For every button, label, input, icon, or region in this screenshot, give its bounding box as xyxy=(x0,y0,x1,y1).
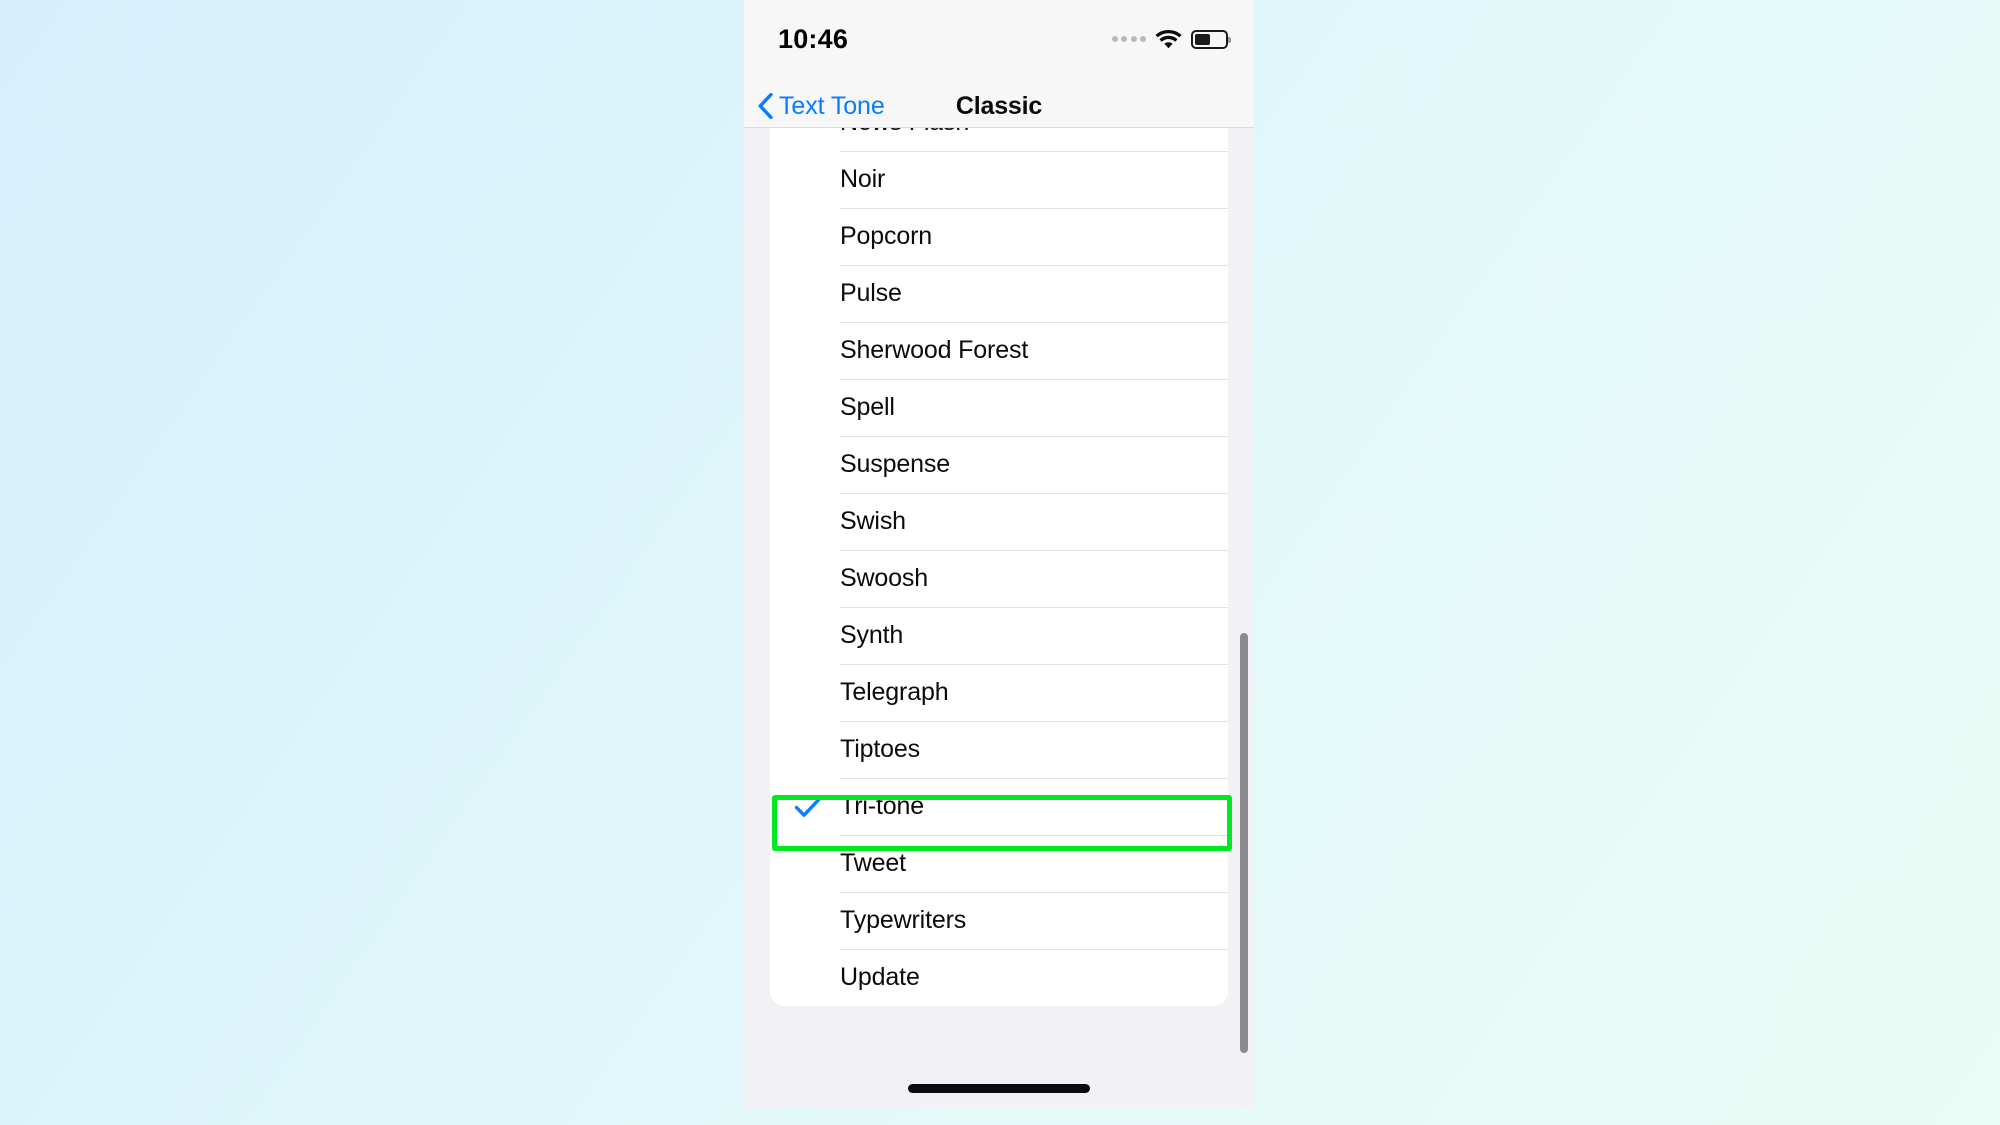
tone-row-label: Pulse xyxy=(840,279,902,307)
page-title: Classic xyxy=(955,91,1043,120)
scrollbar-track[interactable] xyxy=(1240,128,1248,1058)
tone-row-label: Swish xyxy=(840,507,906,535)
home-indicator[interactable] xyxy=(908,1084,1090,1093)
tone-list-scroll-area[interactable]: News Flash Noir Popcorn Pulse Sherwood Fores… xyxy=(744,128,1254,1058)
tone-row[interactable]: News Flash xyxy=(770,128,1228,151)
tone-row-label: Noir xyxy=(840,165,886,193)
tone-row[interactable]: Tri-tone xyxy=(770,778,1228,835)
tone-row[interactable]: Swish xyxy=(770,493,1228,550)
tone-row-label: Update xyxy=(840,963,920,991)
tone-row-check-slot xyxy=(794,796,828,818)
tone-row[interactable]: Popcorn xyxy=(770,208,1228,265)
status-indicators xyxy=(1111,26,1231,52)
tone-row-label: Tiptoes xyxy=(840,735,921,763)
tone-row-label: Typewriters xyxy=(840,906,967,934)
tone-row-label: Popcorn xyxy=(840,222,933,250)
tone-row[interactable]: Noir xyxy=(770,151,1228,208)
tone-row[interactable]: Tweet xyxy=(770,835,1228,892)
tone-row-label: Tweet xyxy=(840,849,906,877)
tone-row-label: Synth xyxy=(840,621,904,649)
tone-row[interactable]: Swoosh xyxy=(770,550,1228,607)
navigation-bar: Text Tone Classic xyxy=(744,84,1254,128)
tone-row[interactable]: Telegraph xyxy=(770,664,1228,721)
tone-row-label: Spell xyxy=(840,393,895,421)
scrollbar-thumb[interactable] xyxy=(1240,633,1248,1053)
tone-row-label: Sherwood Forest xyxy=(840,336,1029,364)
tone-row[interactable]: Typewriters xyxy=(770,892,1228,949)
tone-row[interactable]: Update xyxy=(770,949,1228,1006)
tone-list: News Flash Noir Popcorn Pulse Sherwood Fores… xyxy=(770,128,1228,1006)
battery-icon xyxy=(1191,29,1231,49)
tone-row[interactable]: Sherwood Forest xyxy=(770,322,1228,379)
status-time: 10:46 xyxy=(778,24,849,54)
tone-row[interactable]: Spell xyxy=(770,379,1228,436)
tone-row[interactable]: Tiptoes xyxy=(770,721,1228,778)
tone-row-label: Telegraph xyxy=(840,678,949,706)
tone-row-label: News Flash xyxy=(840,128,969,135)
tone-row-label: Suspense xyxy=(840,450,950,478)
tone-row-label: Tri-tone xyxy=(840,792,925,820)
status-bar: 10:46 xyxy=(744,0,1254,84)
checkmark-icon xyxy=(794,796,822,817)
tone-row-label: Swoosh xyxy=(840,564,929,592)
signal-dots-icon xyxy=(1111,36,1146,42)
wifi-icon xyxy=(1155,29,1182,49)
tone-row[interactable]: Pulse xyxy=(770,265,1228,322)
phone-screen: 10:46 Text Tone Classic News xyxy=(744,0,1254,1108)
tone-row[interactable]: Synth xyxy=(770,607,1228,664)
home-indicator-area xyxy=(744,1058,1254,1108)
tone-row[interactable]: Suspense xyxy=(770,436,1228,493)
